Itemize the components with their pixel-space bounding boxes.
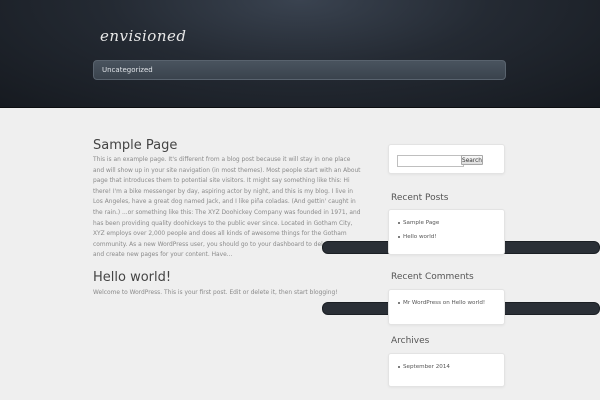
site-logo[interactable]: envisioned bbox=[100, 27, 186, 45]
list-item[interactable]: Sample Page bbox=[389, 216, 504, 230]
bullet-icon bbox=[398, 302, 400, 304]
recent-posts-title: Recent Posts bbox=[391, 193, 449, 203]
list-item[interactable]: Mr WordPress on Hello world! bbox=[389, 296, 504, 310]
post-title-hello-world[interactable]: Hello world! bbox=[93, 270, 171, 285]
bullet-icon bbox=[398, 236, 400, 238]
bullet-icon bbox=[398, 366, 400, 368]
list-item[interactable]: September 2014 bbox=[389, 360, 504, 374]
recent-posts-widget: Sample Page Hello world! bbox=[388, 209, 505, 255]
search-widget: Search bbox=[388, 144, 505, 174]
search-input[interactable] bbox=[397, 155, 464, 167]
search-button[interactable]: Search bbox=[461, 155, 483, 165]
recent-comments-widget: Mr WordPress on Hello world! bbox=[388, 289, 505, 325]
list-item[interactable]: Hello world! bbox=[389, 230, 504, 244]
main-navigation: Uncategorized bbox=[93, 60, 506, 80]
nav-item-uncategorized[interactable]: Uncategorized bbox=[102, 66, 153, 74]
archives-widget: September 2014 bbox=[388, 353, 505, 387]
post-title-sample-page[interactable]: Sample Page bbox=[93, 138, 177, 153]
site-header: envisioned Uncategorized bbox=[0, 0, 600, 108]
bullet-icon bbox=[398, 222, 400, 224]
archives-title: Archives bbox=[391, 336, 430, 346]
recent-comments-title: Recent Comments bbox=[391, 272, 474, 282]
post-excerpt: Welcome to WordPress. This is your first… bbox=[93, 290, 338, 296]
